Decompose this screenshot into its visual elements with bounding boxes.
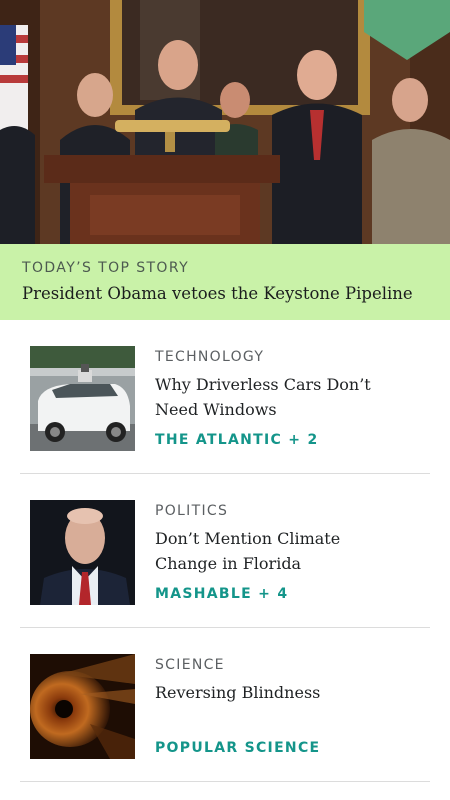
hero-image[interactable] <box>0 0 450 244</box>
article-source-link[interactable]: MASHABLE + 4 <box>155 586 288 602</box>
article-headline[interactable]: Don’t Mention Climate Change in Florida <box>155 526 395 576</box>
article-meta: SCIENCE Reversing Blindness <box>155 656 430 705</box>
article-item-politics[interactable]: POLITICS Don’t Mention Climate Change in… <box>20 474 430 628</box>
driverless-car-photo <box>30 346 135 451</box>
top-story-kicker: TODAY’S TOP STORY <box>22 260 190 276</box>
article-category: POLITICS <box>155 503 229 519</box>
article-source-link[interactable]: THE ATLANTIC + 2 <box>155 432 319 448</box>
article-meta: POLITICS Don’t Mention Climate Change in… <box>155 502 430 576</box>
article-item-science[interactable]: SCIENCE Reversing Blindness POPULAR SCIE… <box>20 628 430 782</box>
top-story-title[interactable]: President Obama vetoes the Keystone Pipe… <box>22 283 428 305</box>
article-meta: TECHNOLOGY Why Driverless Cars Don’t Nee… <box>155 348 430 422</box>
article-item-technology[interactable]: TECHNOLOGY Why Driverless Cars Don’t Nee… <box>20 320 430 474</box>
bookmark-ribbon-icon[interactable] <box>364 0 450 60</box>
politician-portrait-photo <box>30 500 135 605</box>
article-headline[interactable]: Why Driverless Cars Don’t Need Windows <box>155 372 395 422</box>
article-thumbnail[interactable] <box>30 500 135 605</box>
article-list: TECHNOLOGY Why Driverless Cars Don’t Nee… <box>0 320 450 782</box>
article-thumbnail[interactable] <box>30 654 135 759</box>
eye-closeup-photo <box>30 654 135 759</box>
article-category: SCIENCE <box>155 657 225 673</box>
top-story-banner[interactable]: TODAY’S TOP STORY President Obama vetoes… <box>0 244 450 320</box>
article-category: TECHNOLOGY <box>155 349 265 365</box>
article-thumbnail[interactable] <box>30 346 135 451</box>
article-headline[interactable]: Reversing Blindness <box>155 680 395 705</box>
article-source-link[interactable]: POPULAR SCIENCE <box>155 740 320 756</box>
